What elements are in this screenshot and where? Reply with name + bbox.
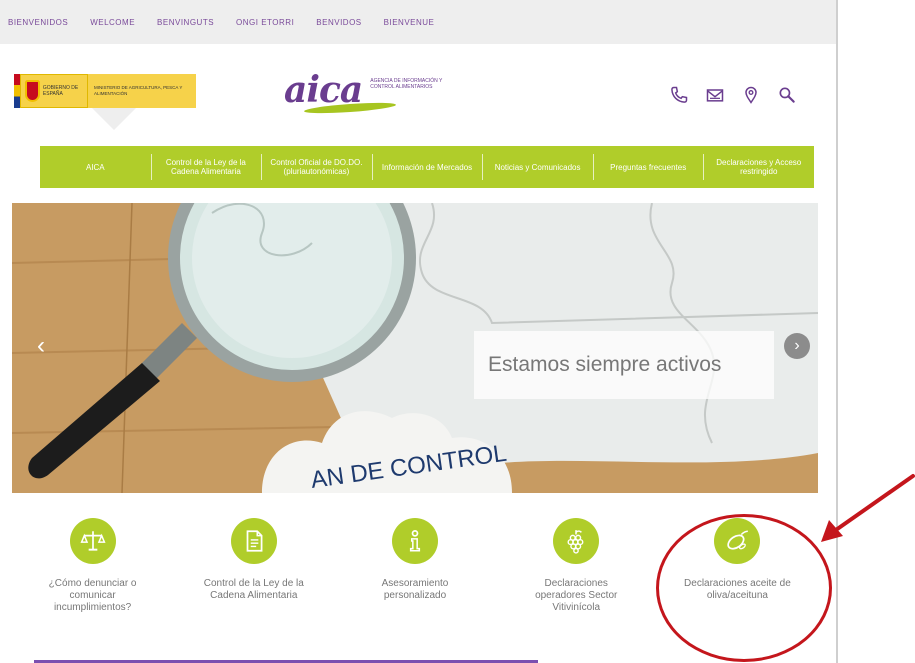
aica-subtitle: AGENCIA DE INFORMACIÓN Y CONTROL ALIMENT… xyxy=(370,78,443,90)
slider-next-arrow[interactable]: › xyxy=(784,333,810,359)
aica-logo[interactable]: aica AGENCIA DE INFORMACIÓN Y CONTROL AL… xyxy=(284,70,460,116)
feature-label: Asesoramiento personalizado xyxy=(381,578,449,601)
lang-bienvenue[interactable]: BIENVENUE xyxy=(384,18,435,27)
scales-icon xyxy=(80,531,106,551)
hero-caption: Estamos siempre activos xyxy=(474,331,774,399)
header-icons xyxy=(668,84,798,106)
lang-bienvenidos[interactable]: BIENVENIDOS xyxy=(8,18,68,27)
nav-item-declaraciones[interactable]: Declaraciones y Acceso restringido xyxy=(703,146,814,188)
feature-icon-circle xyxy=(553,518,600,564)
feature-ley-cadena[interactable]: Control de la Ley de la Cadena Alimentar… xyxy=(173,518,334,648)
lang-ongi-etorri[interactable]: ONGI ETORRI xyxy=(236,18,294,27)
hero-slider[interactable]: AN DE CONTROL Estamos siempre activos ‹ … xyxy=(12,203,818,493)
coat-of-arms-icon xyxy=(25,80,40,102)
lang-benvinguts[interactable]: BENVINGUTS xyxy=(157,18,214,27)
lang-benvidos[interactable]: BENVIDOS xyxy=(316,18,361,27)
site-header: GOBIERNO DE ESPAÑA MINISTERIO DE AGRICUL… xyxy=(0,44,836,144)
feature-icon-circle xyxy=(69,518,116,564)
feature-denunciar[interactable]: ¿Cómo denunciar o comunicar incumplimien… xyxy=(12,518,173,648)
mail-icon[interactable] xyxy=(704,84,726,106)
slider-prev-arrow[interactable]: ‹ xyxy=(26,328,56,364)
language-bar: BIENVENIDOS WELCOME BENVINGUTS ONGI ETOR… xyxy=(0,0,836,44)
feature-icon-circle xyxy=(392,518,438,564)
annotation-arrow-icon xyxy=(821,474,915,542)
feature-label: Control de la Ley de la Cadena Alimentar… xyxy=(203,578,304,601)
government-label: GOBIERNO DE ESPAÑA xyxy=(42,85,79,97)
feature-vitivinicola[interactable]: Declaraciones operadores Sector Vitiviní… xyxy=(496,518,657,648)
feature-icon-circle xyxy=(230,518,277,564)
crest-block: GOBIERNO DE ESPAÑA xyxy=(20,74,88,108)
lang-welcome[interactable]: WELCOME xyxy=(90,18,135,27)
nav-item-noticias[interactable]: Noticias y Comunicados xyxy=(482,146,593,188)
search-icon[interactable] xyxy=(776,84,798,106)
info-icon xyxy=(409,530,421,552)
logo-notch xyxy=(92,108,136,130)
ministry-label: MINISTERIO DE AGRICULTURA, PESCA Y ALIME… xyxy=(88,74,196,108)
nav-item-preguntas[interactable]: Preguntas frecuentes xyxy=(592,146,704,188)
nav-item-ley-cadena[interactable]: Control de la Ley de la Cadena Alimentar… xyxy=(150,146,262,188)
nav-item-aica[interactable]: AICA xyxy=(40,146,151,188)
annotation-ellipse xyxy=(656,514,832,662)
location-pin-icon[interactable] xyxy=(740,84,762,106)
nav-item-informacion-mercados[interactable]: Información de Mercados xyxy=(371,146,483,188)
government-logo[interactable]: GOBIERNO DE ESPAÑA MINISTERIO DE AGRICUL… xyxy=(14,74,196,108)
nav-item-control-dodo[interactable]: Control Oficial de DO.DO. (pluriautonómi… xyxy=(261,146,372,188)
phone-icon[interactable] xyxy=(668,84,690,106)
feature-label: ¿Cómo denunciar o comunicar incumplimien… xyxy=(48,578,137,613)
feature-asesoramiento[interactable]: Asesoramiento personalizado xyxy=(334,518,495,648)
main-navigation: AICA Control de la Ley de la Cadena Alim… xyxy=(40,146,814,188)
feature-label: Declaraciones operadores Sector Vitiviní… xyxy=(535,578,618,613)
grapes-icon xyxy=(567,530,584,554)
document-icon xyxy=(246,530,263,552)
